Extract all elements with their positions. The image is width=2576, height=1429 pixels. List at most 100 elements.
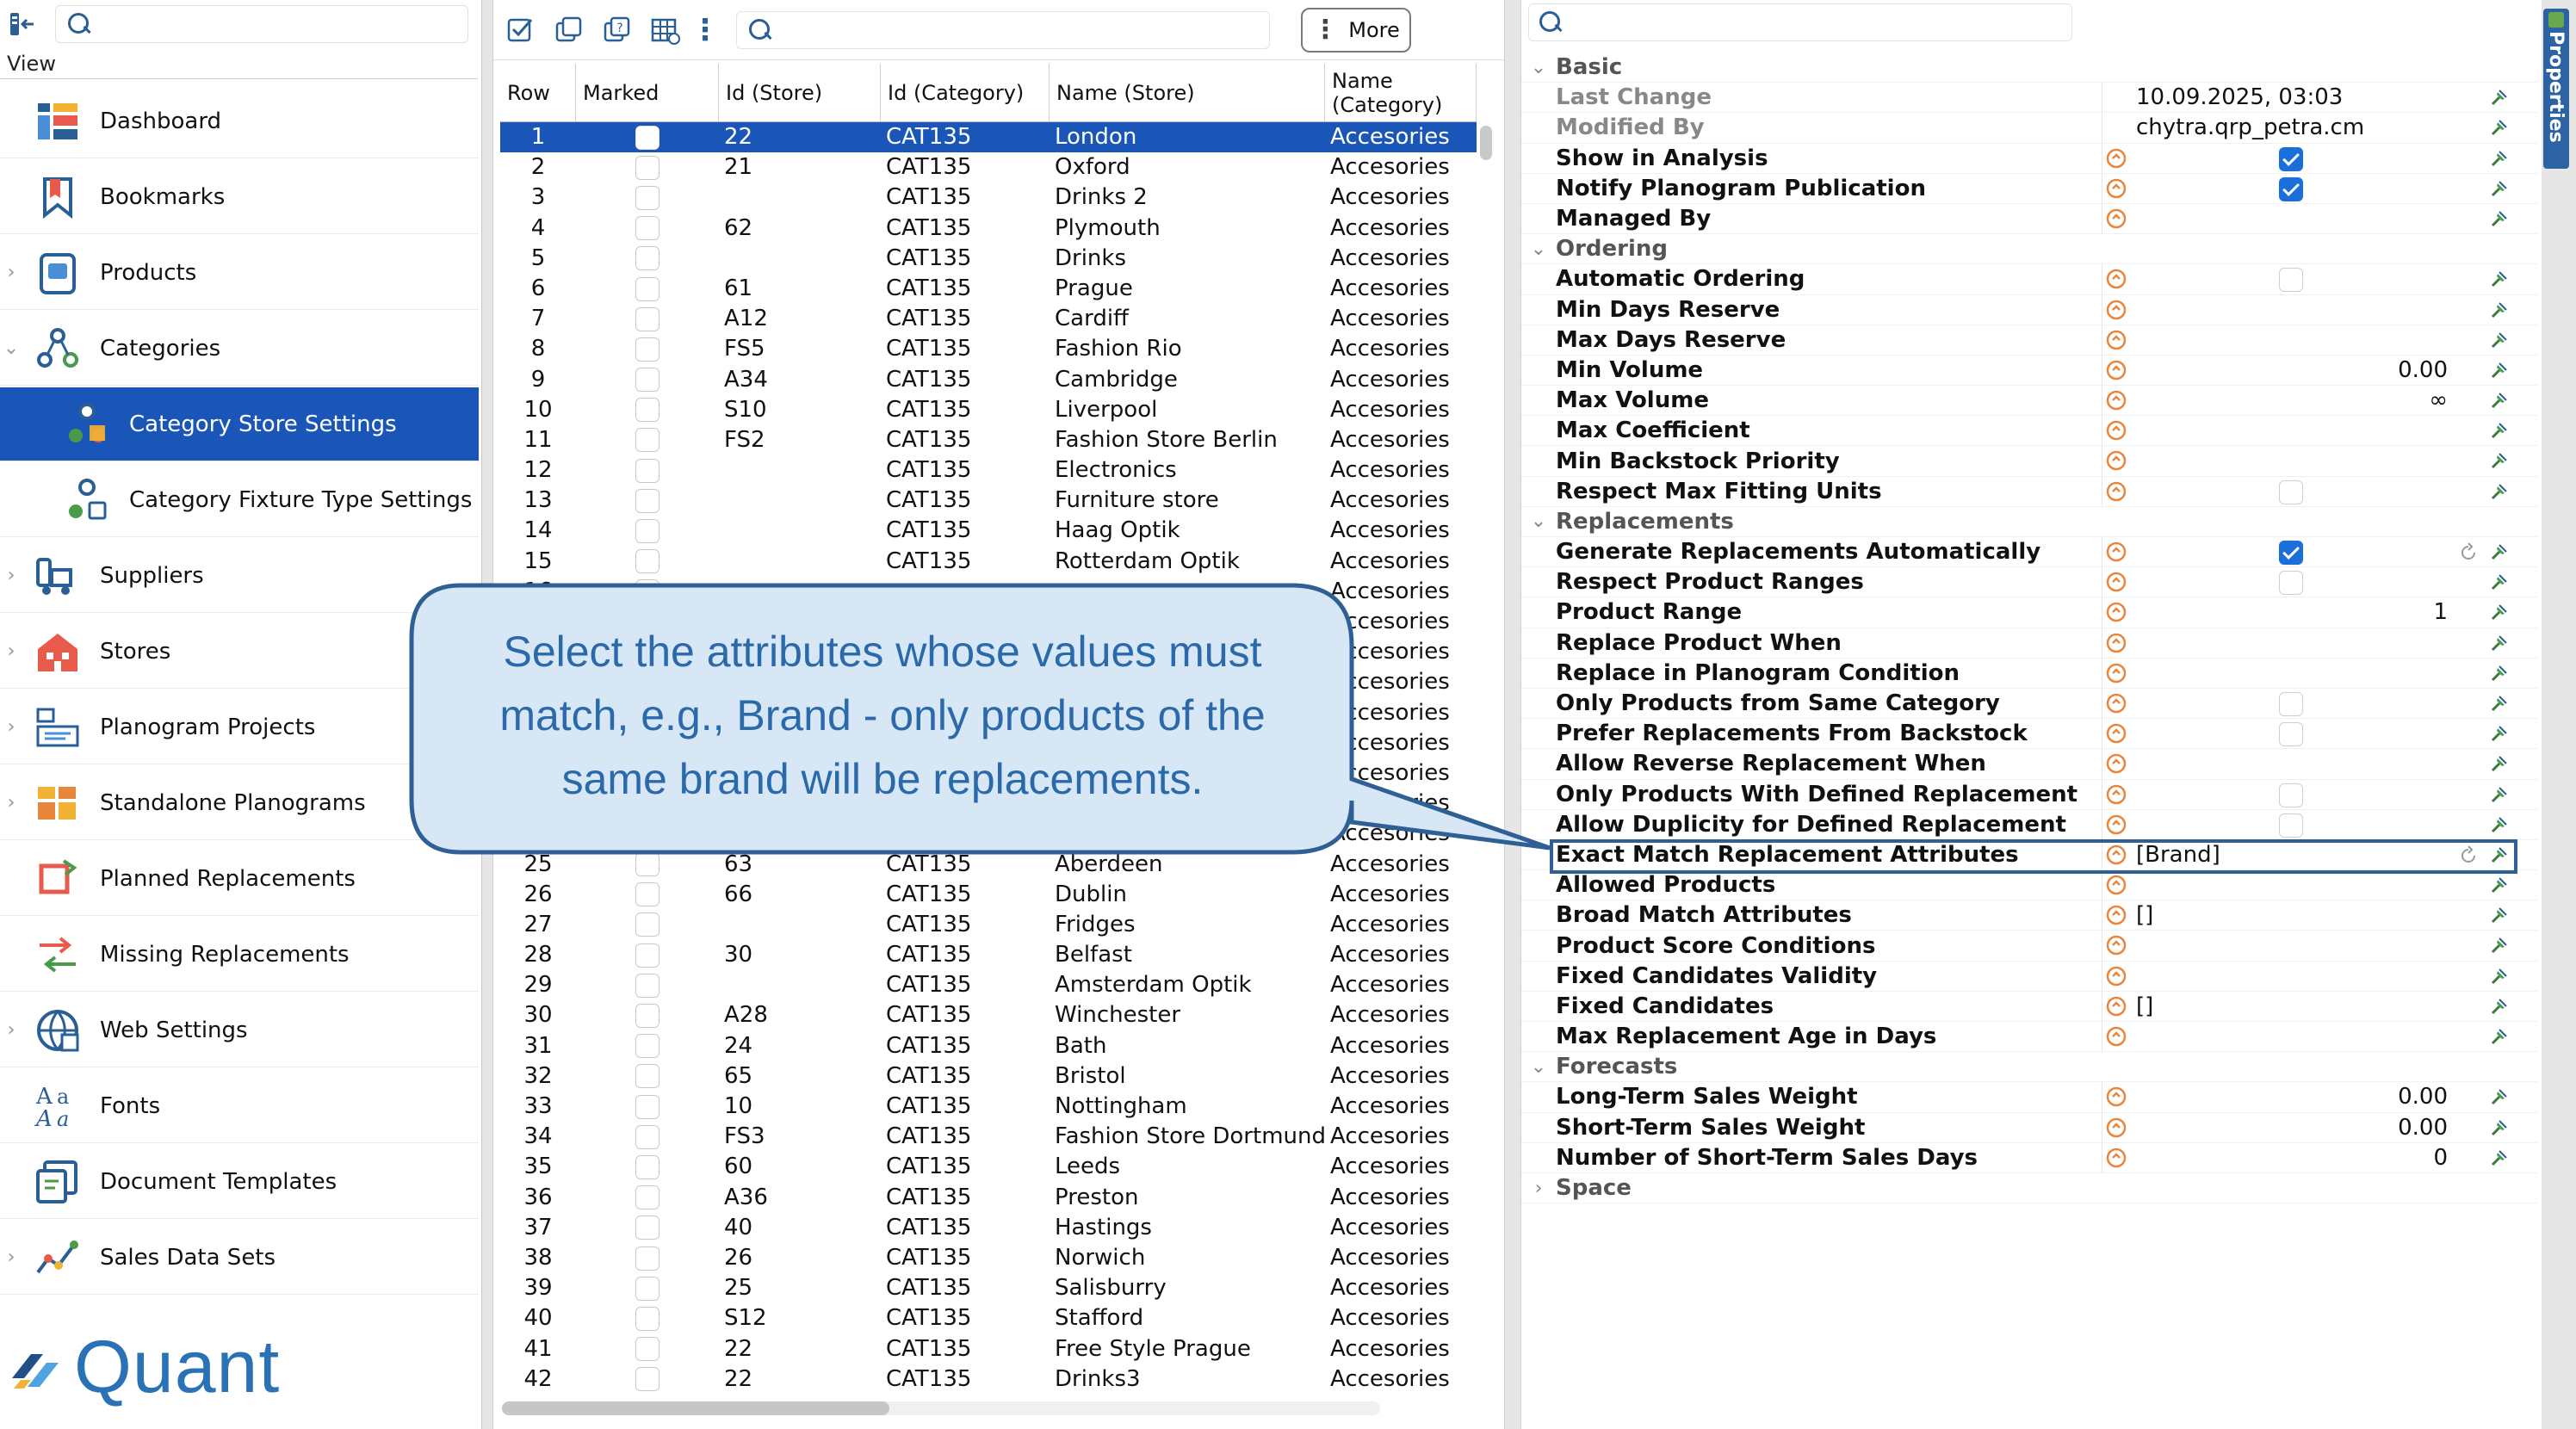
pin-icon[interactable] [2487, 450, 2510, 473]
edit-property-icon[interactable] [2105, 299, 2127, 321]
properties-side-tab[interactable]: Properties [2543, 9, 2569, 169]
help-icon[interactable]: ? [600, 13, 635, 47]
table-row[interactable]: 6 61 CAT135 Prague Accesories [500, 274, 1477, 304]
edit-property-icon[interactable] [2105, 934, 2127, 956]
marked-checkbox[interactable] [635, 458, 659, 483]
property-fixed-candidates[interactable]: Fixed Candidates [] [1521, 992, 2537, 1022]
pin-icon[interactable] [2487, 875, 2510, 897]
edit-property-icon[interactable] [2105, 813, 2127, 836]
chevron-right-icon[interactable]: › [0, 1247, 22, 1268]
property-number-of-short-term-sales-days[interactable]: Number of Short-Term Sales Days 0 [1521, 1143, 2537, 1173]
marked-checkbox[interactable] [635, 1094, 659, 1119]
pin-icon[interactable] [2487, 148, 2510, 170]
section-forecasts[interactable]: ⌄ Forecasts [1521, 1052, 2537, 1083]
table-row[interactable]: 15 CAT135 Rotterdam Optik Accesories [500, 547, 1477, 577]
edit-property-icon[interactable] [2105, 207, 2127, 230]
table-row[interactable]: 25 63 CAT135 Aberdeen Accesories [500, 850, 1477, 880]
marked-checkbox[interactable] [635, 1124, 659, 1149]
property-long-term-sales-weight[interactable]: Long-Term Sales Weight 0.00 [1521, 1082, 2537, 1113]
collapse-nav-icon[interactable] [5, 7, 40, 41]
table-row[interactable]: 3 CAT135 Drinks 2 Accesories [500, 182, 1477, 213]
chevron-down-icon[interactable]: ⌄ [1521, 57, 1556, 78]
table-row[interactable]: 5 CAT135 Drinks Accesories [500, 244, 1477, 274]
section-basic[interactable]: ⌄ Basic [1521, 53, 2537, 84]
edit-property-icon[interactable] [2105, 692, 2127, 714]
table-row[interactable]: 33 10 CAT135 Nottingham Accesories [500, 1092, 1477, 1122]
edit-property-icon[interactable] [2105, 480, 2127, 503]
marked-checkbox[interactable] [635, 428, 659, 453]
col-header-id-store[interactable]: Id (Store) [719, 64, 881, 121]
col-header-name-store[interactable]: Name (Store) [1050, 64, 1325, 121]
property-checkbox[interactable] [2279, 541, 2303, 565]
chevron-right-icon[interactable]: › [0, 716, 22, 738]
edit-property-icon[interactable] [2105, 1147, 2127, 1169]
chevron-right-icon[interactable]: › [0, 640, 22, 662]
pin-icon[interactable] [2487, 1148, 2510, 1170]
marked-checkbox[interactable] [635, 125, 659, 150]
property-allowed-products[interactable]: Allowed Products [1521, 870, 2537, 901]
table-row[interactable]: 10 S10 CAT135 Liverpool Accesories [500, 395, 1477, 425]
sidebar-item-standalone-planograms[interactable]: › Standalone Planograms [0, 766, 479, 840]
property-checkbox[interactable] [2279, 691, 2303, 716]
table-row[interactable]: 4 62 CAT135 Plymouth Accesories [500, 213, 1477, 244]
property-value[interactable]: [] [2136, 902, 2446, 928]
edit-property-icon[interactable] [2105, 419, 2127, 442]
chevron-down-icon[interactable]: ⌄ [1521, 238, 1556, 260]
sidebar-item-web-settings[interactable]: › Web Settings [0, 993, 479, 1067]
property-checkbox[interactable] [2279, 813, 2303, 838]
edit-property-icon[interactable] [2105, 329, 2127, 351]
table-row[interactable]: 31 24 CAT135 Bath Accesories [500, 1031, 1477, 1061]
marked-checkbox[interactable] [635, 973, 659, 998]
property-fixed-candidates-validity[interactable]: Fixed Candidates Validity [1521, 962, 2537, 992]
table-row[interactable]: 8 FS5 CAT135 Fashion Rio Accesories [500, 334, 1477, 364]
table-row[interactable]: 7 A12 CAT135 Cardiff Accesories [500, 304, 1477, 334]
marked-checkbox[interactable] [635, 337, 659, 362]
pin-icon[interactable] [2487, 300, 2510, 322]
pin-icon[interactable] [2487, 572, 2510, 594]
pin-icon[interactable] [2487, 996, 2510, 1018]
property-respect-product-ranges[interactable]: Respect Product Ranges [1521, 567, 2537, 598]
property-checkbox[interactable] [2279, 783, 2303, 807]
property-allow-duplicity-for-defined-replacement[interactable]: Allow Duplicity for Defined Replacement [1521, 810, 2537, 840]
property-notify-planogram-publication[interactable]: Notify Planogram Publication [1521, 174, 2537, 204]
pin-icon[interactable] [2487, 753, 2510, 776]
property-min-backstock-priority[interactable]: Min Backstock Priority [1521, 446, 2537, 477]
edit-property-icon[interactable] [2105, 389, 2127, 411]
chevron-right-icon[interactable]: › [0, 262, 22, 283]
marked-checkbox[interactable] [635, 943, 659, 968]
marked-checkbox[interactable] [635, 185, 659, 210]
marked-checkbox[interactable] [635, 1216, 659, 1240]
sidebar-item-category-fixture-type-settings[interactable]: Category Fixture Type Settings [0, 463, 479, 537]
table-row[interactable]: 26 66 CAT135 Dublin Accesories [500, 880, 1477, 910]
property-last-change[interactable]: Last Change 10.09.2025, 03:03 [1521, 83, 2537, 114]
pin-icon[interactable] [2487, 481, 2510, 504]
edit-property-icon[interactable] [2105, 965, 2127, 987]
marked-checkbox[interactable] [635, 368, 659, 393]
chevron-right-icon[interactable]: › [1521, 1178, 1556, 1199]
column-settings-icon[interactable] [648, 13, 683, 47]
more-button[interactable]: ⋮ More [1301, 7, 1411, 53]
chevron-down-icon[interactable]: ⌄ [1521, 1056, 1556, 1078]
property-short-term-sales-weight[interactable]: Short-Term Sales Weight 0.00 [1521, 1113, 2537, 1143]
pin-icon[interactable] [2487, 360, 2510, 382]
pin-icon[interactable] [2487, 905, 2510, 927]
marked-checkbox[interactable] [635, 1276, 659, 1301]
property-max-days-reserve[interactable]: Max Days Reserve [1521, 325, 2537, 356]
property-value[interactable]: 10.09.2025, 03:03 [2136, 84, 2446, 110]
property-value[interactable]: 0.00 [2136, 1115, 2448, 1141]
marked-checkbox[interactable] [635, 882, 659, 907]
marked-checkbox[interactable] [635, 488, 659, 513]
section-replacements[interactable]: ⌄ Replacements [1521, 506, 2537, 537]
table-row[interactable]: 39 25 CAT135 Salisburry Accesories [500, 1273, 1477, 1303]
table-row[interactable]: 32 65 CAT135 Bristol Accesories [500, 1061, 1477, 1092]
property-checkbox[interactable] [2279, 722, 2303, 747]
table-row[interactable]: 9 A34 CAT135 Cambridge Accesories [500, 365, 1477, 395]
property-managed-by[interactable]: Managed By [1521, 204, 2537, 235]
chevron-down-icon[interactable]: ⌄ [1521, 510, 1556, 532]
edit-property-icon[interactable] [2105, 1086, 2127, 1108]
copy-icon[interactable] [552, 13, 586, 47]
table-row[interactable]: 11 FS2 CAT135 Fashion Store Berlin Accesorie… [500, 425, 1477, 455]
marked-checkbox[interactable] [635, 1367, 659, 1392]
pin-icon[interactable] [2487, 1026, 2510, 1049]
table-row[interactable]: 27 CAT135 Fridges Accesories [500, 910, 1477, 940]
